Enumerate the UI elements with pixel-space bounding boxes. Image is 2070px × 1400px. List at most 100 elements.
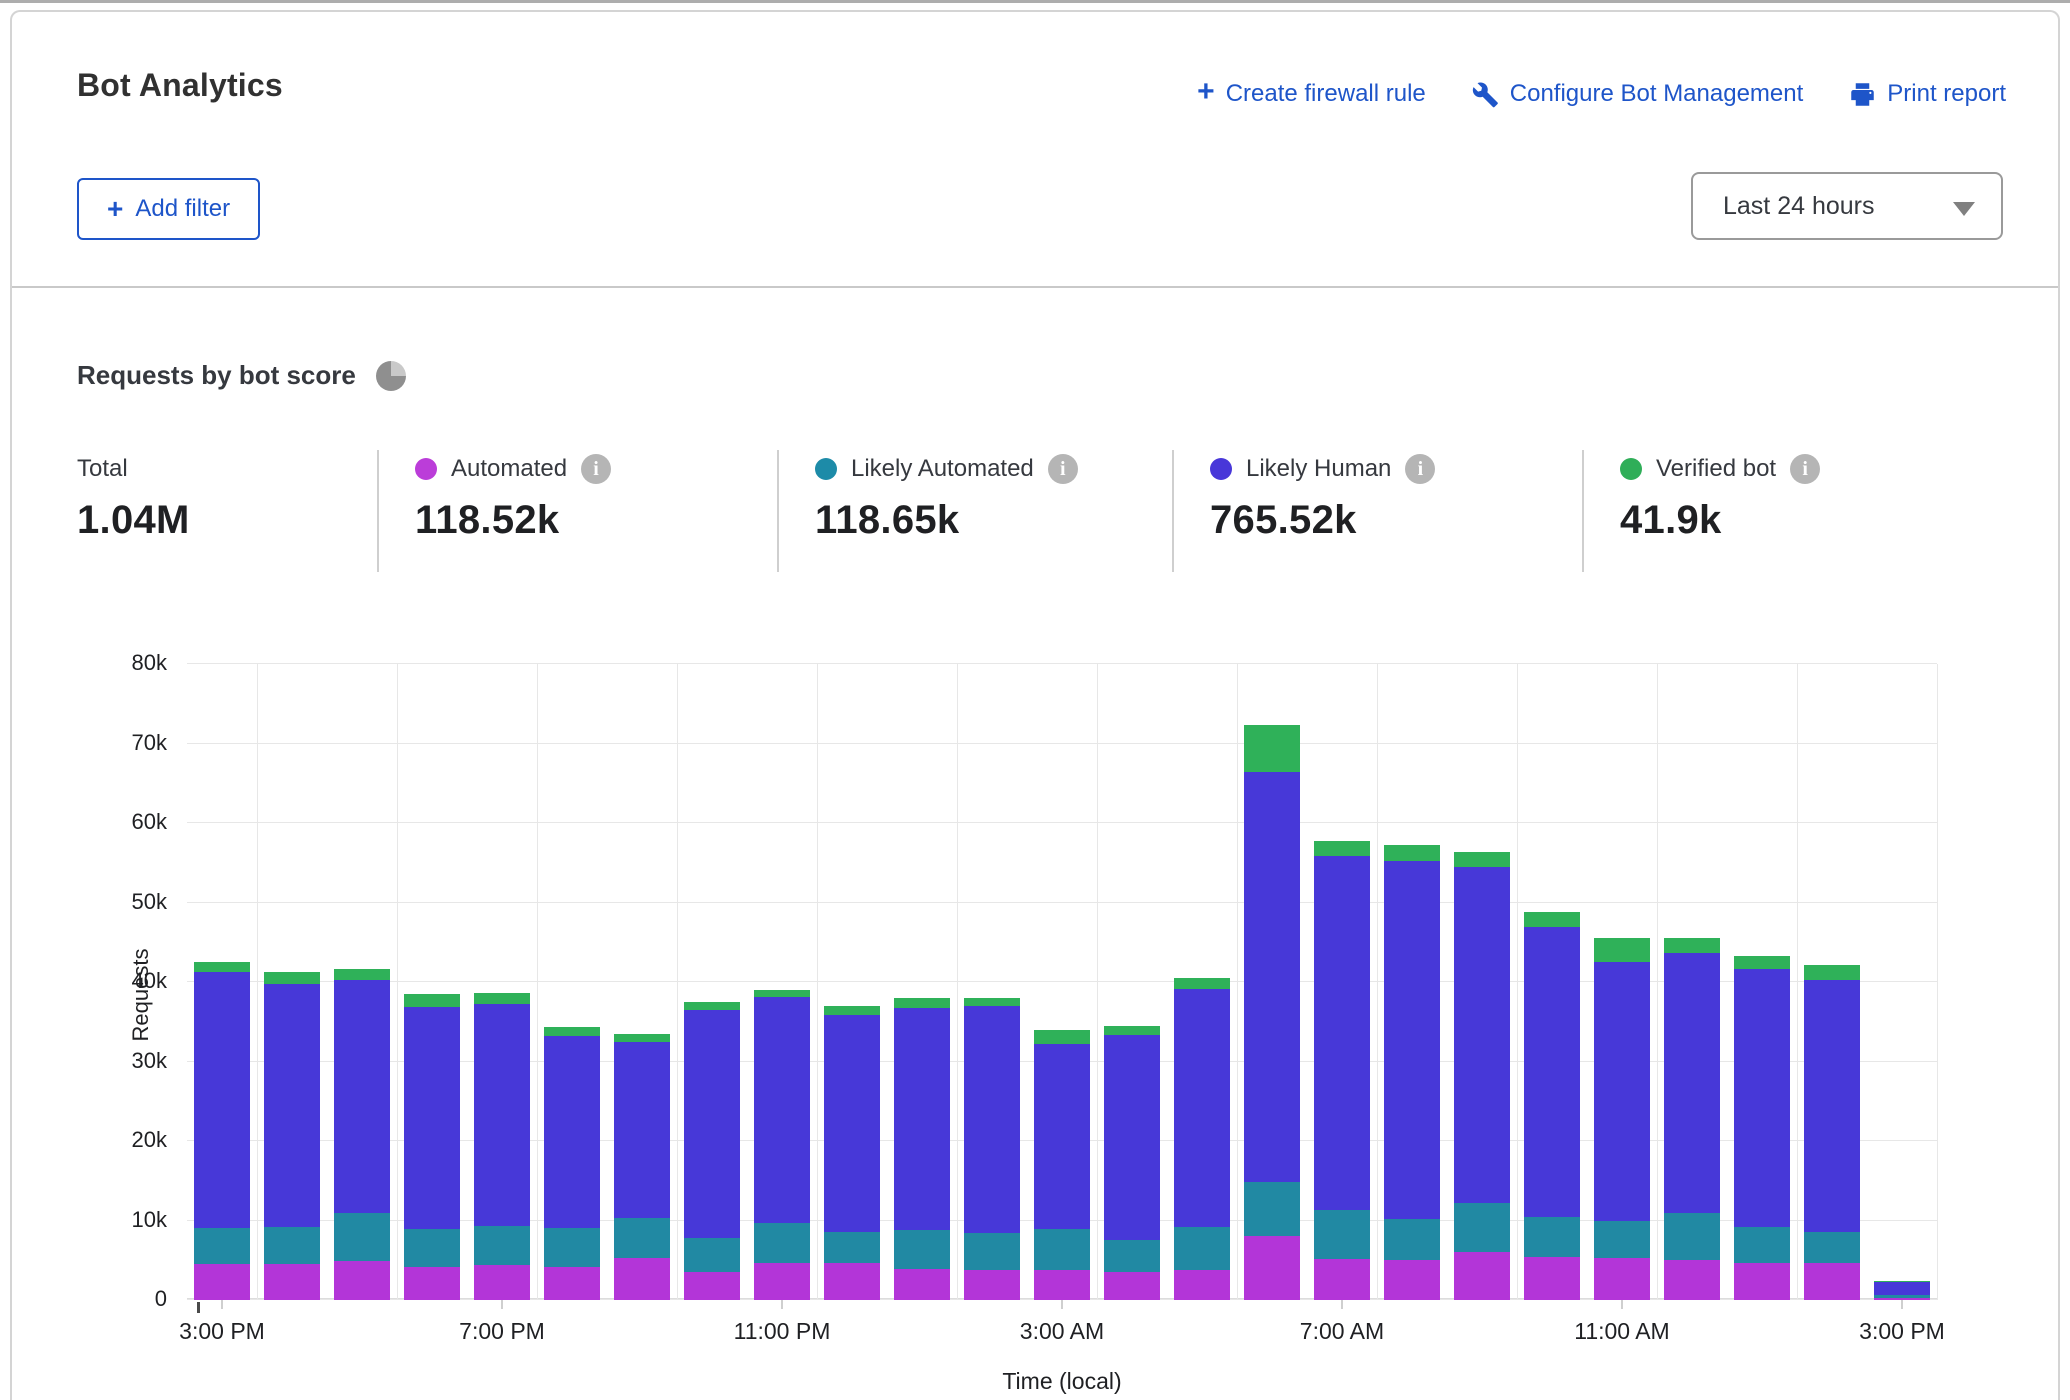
v-gridline	[1657, 664, 1658, 1300]
bar-segment-likely-human	[894, 1008, 950, 1230]
v-gridline	[1517, 664, 1518, 1300]
add-filter-button[interactable]: + Add filter	[77, 178, 260, 240]
bar-segment-automated	[824, 1263, 880, 1300]
bar-segment-likely-human	[1174, 989, 1230, 1227]
bar-segment-likely-human	[754, 997, 810, 1223]
bar-2-00-am[interactable]	[964, 998, 1020, 1300]
bar-segment-verified-bot	[1314, 841, 1370, 856]
bar-segment-verified-bot	[964, 998, 1020, 1006]
stat-likely-automated: Likely Automatedi118.65k	[777, 450, 1172, 572]
bar-segment-likely-automated	[1034, 1229, 1090, 1270]
bar-segment-verified-bot	[194, 962, 250, 972]
bar-segment-verified-bot	[1454, 852, 1510, 867]
bar-segment-automated	[544, 1267, 600, 1300]
bar-segment-likely-automated	[894, 1230, 950, 1269]
bar-3-00-pm[interactable]	[194, 962, 250, 1300]
bar-10-00-am[interactable]	[1524, 912, 1580, 1300]
legend-dot	[415, 458, 437, 480]
bar-segment-verified-bot	[544, 1027, 600, 1037]
x-tick-label: 11:00 PM	[692, 1318, 872, 1345]
bar-9-00-pm[interactable]	[614, 1034, 670, 1300]
bar-10-00-pm[interactable]	[684, 1002, 740, 1300]
bar-segment-verified-bot	[474, 993, 530, 1004]
bar-segment-automated	[1454, 1252, 1510, 1300]
bar-11-00-am[interactable]	[1594, 938, 1650, 1300]
bar-4-00-pm[interactable]	[264, 972, 320, 1300]
bar-2-00-pm[interactable]	[1804, 965, 1860, 1300]
bar-8-00-am[interactable]	[1384, 845, 1440, 1300]
bar-5-00-am[interactable]	[1174, 978, 1230, 1300]
bar-5-00-pm[interactable]	[334, 969, 390, 1300]
info-icon[interactable]: i	[1048, 454, 1078, 484]
bar-1-00-pm[interactable]	[1734, 956, 1790, 1300]
bar-segment-verified-bot	[334, 969, 390, 980]
v-gridline	[397, 664, 398, 1300]
bar-segment-verified-bot	[1804, 965, 1860, 980]
bar-6-00-pm[interactable]	[404, 994, 460, 1300]
bar-segment-verified-bot	[1244, 725, 1300, 772]
bar-segment-likely-human	[1664, 953, 1720, 1214]
bar-segment-automated	[1174, 1270, 1230, 1300]
bar-segment-automated	[754, 1263, 810, 1300]
y-tick-label: 70k	[77, 730, 167, 756]
info-icon[interactable]: i	[1405, 454, 1435, 484]
info-icon[interactable]: i	[581, 454, 611, 484]
bar-12-00-am[interactable]	[824, 1006, 880, 1300]
bar-segment-automated	[1594, 1258, 1650, 1300]
add-filter-label: Add filter	[135, 195, 230, 223]
v-gridline	[1377, 664, 1378, 1300]
y-tick-label: 30k	[77, 1048, 167, 1074]
bar-segment-likely-human	[1594, 962, 1650, 1220]
bar-segment-verified-bot	[1594, 938, 1650, 962]
v-gridline	[677, 664, 678, 1300]
time-range-dropdown[interactable]: Last 24 hours	[1691, 172, 2003, 240]
bar-segment-likely-human	[404, 1007, 460, 1229]
bar-4-00-am[interactable]	[1104, 1026, 1160, 1300]
bar-segment-likely-human	[824, 1015, 880, 1233]
bar-segment-verified-bot	[1734, 956, 1790, 970]
requests-chart: Requests Time (local) 010k20k30k40k50k60…	[187, 664, 1937, 1300]
action-configure-bot-management[interactable]: Configure Bot Management	[1472, 80, 1804, 108]
h-gridline	[187, 822, 1937, 823]
v-gridline	[537, 664, 538, 1300]
bar-segment-likely-automated	[1594, 1221, 1650, 1258]
bar-segment-likely-human	[194, 972, 250, 1229]
bar-segment-likely-automated	[1174, 1227, 1230, 1270]
bar-9-00-am[interactable]	[1454, 852, 1510, 1300]
bar-segment-likely-automated	[404, 1229, 460, 1267]
bar-segment-likely-automated	[544, 1228, 600, 1267]
bar-segment-likely-automated	[1104, 1240, 1160, 1272]
bar-3-00-am[interactable]	[1034, 1030, 1090, 1300]
bar-segment-likely-automated	[1664, 1213, 1720, 1260]
v-gridline	[1097, 664, 1098, 1300]
info-icon[interactable]: i	[1790, 454, 1820, 484]
bar-6-00-am[interactable]	[1244, 725, 1300, 1300]
bar-segment-likely-human	[1104, 1035, 1160, 1241]
plus-icon: +	[107, 197, 123, 221]
x-tick-label: 3:00 AM	[972, 1318, 1152, 1345]
stat-label: Automated	[451, 455, 567, 483]
bar-1-00-am[interactable]	[894, 998, 950, 1300]
legend-dot	[815, 458, 837, 480]
bar-segment-verified-bot	[264, 972, 320, 985]
action-print-report[interactable]: Print report	[1849, 80, 2006, 108]
bar-segment-likely-human	[964, 1006, 1020, 1233]
bar-segment-likely-human	[614, 1042, 670, 1218]
bar-8-00-pm[interactable]	[544, 1027, 600, 1300]
section-title: Requests by bot score	[77, 360, 356, 391]
bar-3-00-pm[interactable]	[1874, 1281, 1930, 1300]
bar-11-00-pm[interactable]	[754, 990, 810, 1300]
h-gridline	[187, 743, 1937, 744]
bar-7-00-am[interactable]	[1314, 841, 1370, 1300]
bar-segment-verified-bot	[684, 1002, 740, 1010]
bar-segment-likely-human	[1314, 856, 1370, 1211]
x-tick	[1901, 1300, 1903, 1309]
action-create-firewall-rule[interactable]: +Create firewall rule	[1197, 80, 1426, 108]
y-tick-label: 0	[77, 1286, 167, 1312]
stat-verified-bot: Verified boti41.9k	[1582, 450, 1820, 572]
printer-icon	[1849, 81, 1876, 108]
stats-row: Total 1.04M Automatedi118.52kLikely Auto…	[12, 450, 2058, 572]
bar-7-00-pm[interactable]	[474, 993, 530, 1300]
x-tick-label: 7:00 PM	[412, 1318, 592, 1345]
bar-12-00-pm[interactable]	[1664, 938, 1720, 1300]
